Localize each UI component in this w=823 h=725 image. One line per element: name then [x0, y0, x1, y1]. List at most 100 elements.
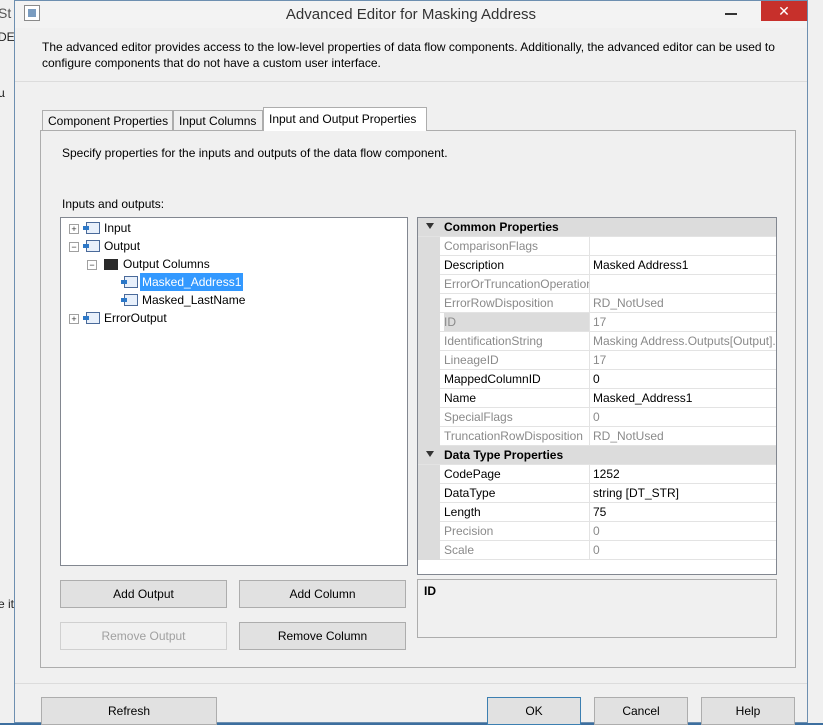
- property-value: RD_NotUsed: [593, 429, 664, 443]
- collapse-icon[interactable]: −: [69, 242, 79, 252]
- property-value[interactable]: 1252: [593, 465, 776, 483]
- property-name: TruncationRowDisposition: [444, 427, 590, 445]
- property-row[interactable]: Description Masked Address1: [418, 256, 776, 275]
- property-description-title: ID: [424, 584, 436, 598]
- tree-node-input[interactable]: Input: [104, 219, 131, 237]
- property-name: MappedColumnID: [444, 370, 590, 388]
- property-grid[interactable]: Common Properties ComparisonFlags Descri…: [417, 217, 777, 575]
- property-value: 17: [593, 353, 607, 367]
- property-name: Scale: [444, 541, 590, 559]
- folder-icon: [104, 259, 118, 270]
- tab-input-columns[interactable]: Input Columns: [173, 110, 263, 130]
- tree-node-masked-address1[interactable]: Masked_Address1: [140, 273, 244, 291]
- property-row[interactable]: LineageID 17: [418, 351, 776, 370]
- property-row[interactable]: SpecialFlags 0: [418, 408, 776, 427]
- property-value: [593, 237, 776, 255]
- category-label: Common Properties: [444, 220, 559, 234]
- property-name: Precision: [444, 522, 590, 540]
- output-icon: [83, 240, 100, 252]
- property-row[interactable]: CodePage 1252: [418, 465, 776, 484]
- add-output-button[interactable]: Add Output: [60, 580, 227, 608]
- error-output-icon: [83, 312, 100, 324]
- property-value[interactable]: string [DT_STR]: [593, 484, 776, 502]
- divider: [15, 81, 807, 82]
- property-name: CodePage: [444, 465, 590, 483]
- property-name: ErrorRowDisposition: [444, 294, 590, 312]
- property-row[interactable]: Precision 0: [418, 522, 776, 541]
- property-name: Name: [444, 389, 590, 407]
- property-value[interactable]: Masked_Address1: [593, 389, 776, 407]
- column-icon: [121, 276, 138, 288]
- minimize-icon: [725, 13, 737, 15]
- remove-output-button[interactable]: Remove Output: [60, 622, 227, 650]
- property-value: 0: [593, 410, 600, 424]
- close-button[interactable]: ✕: [761, 1, 807, 21]
- property-value[interactable]: Masked Address1: [593, 256, 776, 274]
- property-row[interactable]: ErrorOrTruncationOperation: [418, 275, 776, 294]
- property-name: DataType: [444, 484, 590, 502]
- property-value: RD_NotUsed: [593, 296, 664, 310]
- tree-node-masked-lastname[interactable]: Masked_LastName: [142, 291, 245, 309]
- property-name: Description: [444, 256, 590, 274]
- property-value: [593, 275, 776, 293]
- tab-input-output-properties[interactable]: Input and Output Properties: [263, 107, 427, 131]
- property-value: 0: [593, 543, 600, 557]
- background-text: µ: [0, 86, 5, 100]
- help-button[interactable]: Help: [701, 697, 795, 725]
- property-name: ComparisonFlags: [444, 237, 590, 255]
- input-icon: [83, 222, 100, 234]
- property-name: Length: [444, 503, 590, 521]
- background-app-strip-right: [808, 0, 823, 723]
- property-row-selected[interactable]: ID 17: [418, 313, 776, 332]
- category-common-properties[interactable]: Common Properties: [418, 218, 776, 237]
- expand-icon[interactable]: +: [69, 314, 79, 324]
- tree-node-error-output[interactable]: ErrorOutput: [104, 309, 167, 327]
- property-value[interactable]: 75: [593, 503, 776, 521]
- dialog-description: The advanced editor provides access to t…: [42, 40, 775, 70]
- category-data-type-properties[interactable]: Data Type Properties: [418, 446, 776, 465]
- category-label: Data Type Properties: [444, 448, 564, 462]
- advanced-editor-dialog: Advanced Editor for Masking Address ✕ Th…: [14, 0, 808, 725]
- dialog-title: Advanced Editor for Masking Address: [285, 6, 537, 23]
- property-name: IdentificationString: [444, 332, 590, 350]
- ok-button[interactable]: OK: [487, 697, 581, 725]
- property-name: ErrorOrTruncationOperation: [444, 275, 590, 293]
- property-value: 0: [593, 524, 600, 538]
- property-description-box: ID: [417, 579, 777, 638]
- property-row[interactable]: TruncationRowDisposition RD_NotUsed: [418, 427, 776, 446]
- property-name: ID: [444, 313, 590, 331]
- tab-component-properties[interactable]: Component Properties: [42, 110, 173, 130]
- remove-column-button[interactable]: Remove Column: [239, 622, 406, 650]
- expand-icon[interactable]: +: [69, 224, 79, 234]
- tree-label: Inputs and outputs:: [62, 197, 165, 211]
- collapse-icon[interactable]: −: [87, 260, 97, 270]
- refresh-button[interactable]: Refresh: [41, 697, 217, 725]
- property-row[interactable]: ErrorRowDisposition RD_NotUsed: [418, 294, 776, 313]
- column-icon: [121, 294, 138, 306]
- property-value: Masking Address.Outputs[Output].: [593, 334, 776, 348]
- background-text: St: [0, 5, 12, 21]
- property-value: 17: [593, 315, 607, 329]
- tree-node-output[interactable]: Output: [104, 237, 140, 255]
- property-row[interactable]: Name Masked_Address1: [418, 389, 776, 408]
- property-row[interactable]: IdentificationString Masking Address.Out…: [418, 332, 776, 351]
- property-row[interactable]: MappedColumnID 0: [418, 370, 776, 389]
- panel-instructions: Specify properties for the inputs and ou…: [62, 146, 448, 160]
- property-name: SpecialFlags: [444, 408, 590, 426]
- property-row[interactable]: DataType string [DT_STR]: [418, 484, 776, 503]
- inputs-outputs-tree[interactable]: + Input − Output − Output Columns Masked…: [60, 217, 408, 566]
- add-column-button[interactable]: Add Column: [239, 580, 406, 608]
- property-row[interactable]: Length 75: [418, 503, 776, 522]
- minimize-button[interactable]: [725, 8, 737, 15]
- collapse-icon[interactable]: [426, 223, 434, 229]
- divider: [15, 683, 807, 684]
- tree-node-output-columns[interactable]: Output Columns: [123, 255, 210, 273]
- collapse-icon[interactable]: [426, 451, 434, 457]
- background-text: e it: [0, 597, 15, 611]
- property-value[interactable]: 0: [593, 370, 776, 388]
- property-row[interactable]: ComparisonFlags: [418, 237, 776, 256]
- property-name: LineageID: [444, 351, 590, 369]
- title-bar[interactable]: Advanced Editor for Masking Address ✕: [15, 1, 807, 28]
- cancel-button[interactable]: Cancel: [594, 697, 688, 725]
- property-row[interactable]: Scale 0: [418, 541, 776, 560]
